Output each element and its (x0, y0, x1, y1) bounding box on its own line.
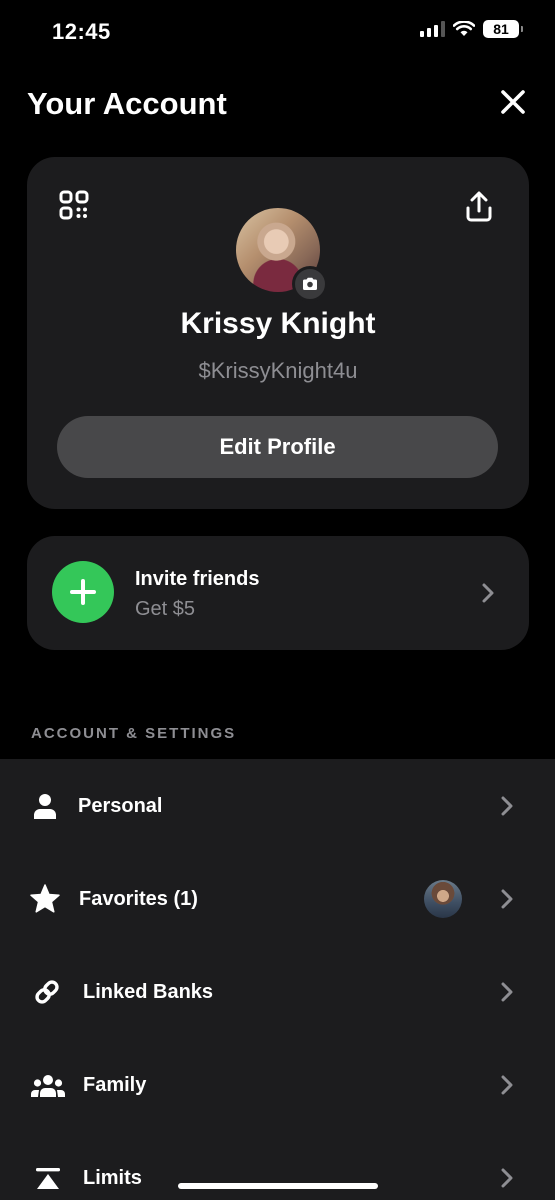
camera-icon (303, 277, 317, 290)
settings-row-linked-banks[interactable]: Linked Banks (0, 945, 555, 1038)
edit-profile-button[interactable]: Edit Profile (57, 416, 498, 478)
change-photo-button[interactable] (292, 266, 328, 302)
settings-row-label: Favorites (1) (79, 888, 198, 910)
link-icon (32, 977, 62, 1007)
plus-icon (70, 579, 96, 605)
wifi-icon (453, 21, 475, 36)
cellular-signal-icon (420, 21, 445, 37)
settings-row-limits[interactable]: Limits (0, 1131, 555, 1200)
settings-list: Personal Favorites (1) Linked Banks Fami… (0, 759, 555, 1200)
qr-code-icon (59, 190, 89, 220)
qr-code-button[interactable] (59, 190, 89, 220)
person-icon (30, 791, 60, 821)
share-icon (466, 191, 492, 222)
invite-title: Invite friends (135, 568, 260, 590)
status-icons: 81 (420, 20, 523, 38)
page-title: Your Account (27, 86, 227, 121)
settings-row-label: Linked Banks (83, 981, 214, 1003)
chevron-right-icon (482, 583, 494, 603)
chevron-right-icon (501, 889, 513, 909)
settings-row-label: Limits (83, 1167, 142, 1189)
invite-plus-circle (52, 561, 114, 623)
settings-row-label: Family (83, 1074, 147, 1096)
status-time: 12:45 (52, 19, 111, 44)
share-button[interactable] (465, 191, 493, 223)
family-icon (31, 1071, 65, 1101)
favorite-contact-avatar (424, 880, 462, 918)
status-bar: 12:45 81 (0, 0, 555, 64)
settings-row-personal[interactable]: Personal (0, 759, 555, 852)
profile-cashtag: $KrissyKnight4u (198, 358, 358, 383)
battery-icon: 81 (483, 20, 523, 38)
close-button[interactable] (499, 88, 527, 116)
limits-icon (33, 1164, 63, 1194)
chevron-right-icon (501, 1075, 513, 1095)
chevron-right-icon (501, 1168, 513, 1188)
settings-row-label: Personal (78, 795, 163, 817)
chevron-right-icon (501, 982, 513, 1002)
profile-card: Krissy Knight $KrissyKnight4u Edit Profi… (27, 157, 529, 509)
profile-name: Krissy Knight (180, 307, 376, 340)
settings-row-favorites[interactable]: Favorites (1) (0, 852, 555, 945)
section-label-account-settings: ACCOUNT & SETTINGS (31, 725, 237, 742)
close-icon (501, 90, 525, 114)
home-indicator (178, 1183, 378, 1189)
invite-friends-card[interactable]: Invite friends Get $5 (27, 536, 529, 650)
star-icon (30, 883, 60, 913)
chevron-right-icon (501, 796, 513, 816)
invite-subtitle: Get $5 (135, 598, 196, 620)
settings-row-family[interactable]: Family (0, 1038, 555, 1131)
